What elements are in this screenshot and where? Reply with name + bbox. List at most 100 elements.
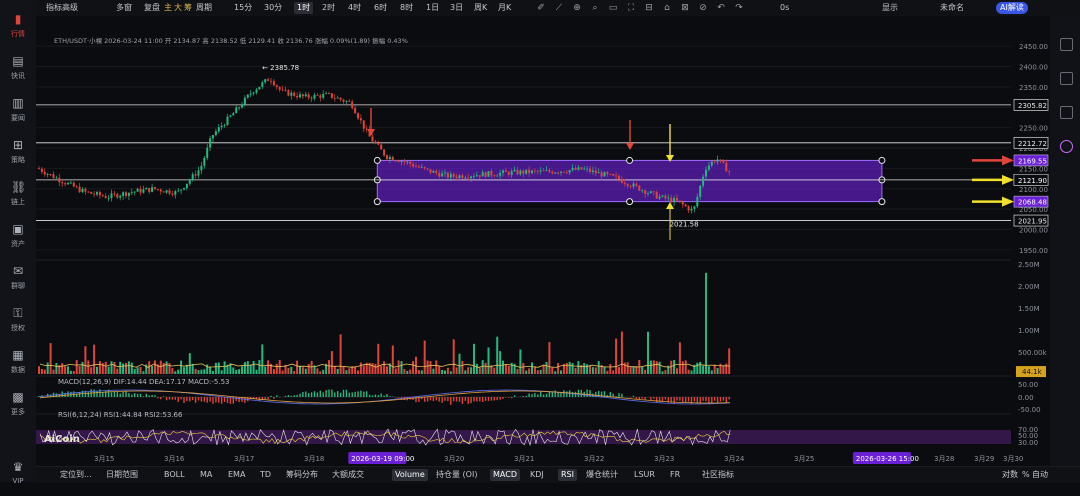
candle-body xyxy=(224,125,226,126)
bottom-toolbar-item[interactable]: 日期范围 xyxy=(106,469,138,481)
bottom-toolbar-item[interactable]: LSUR xyxy=(634,469,655,481)
toolbar-item[interactable]: 指标 xyxy=(46,2,62,14)
macd-histogram-bar xyxy=(633,396,634,397)
bottom-toolbar-item[interactable]: FR xyxy=(670,469,680,481)
toolbar-item[interactable]: 3日 xyxy=(450,2,463,14)
macd-histogram-bar xyxy=(160,397,161,399)
bottom-toolbar-item[interactable]: 持仓量 (OI) xyxy=(436,469,477,481)
draw-tool-icon[interactable]: ↶ xyxy=(716,2,726,14)
bottom-toolbar-item[interactable]: MACD xyxy=(490,469,520,481)
nav-item-vip[interactable]: ♛VIP xyxy=(0,460,36,496)
chat-icon: ✉ xyxy=(11,264,25,278)
ai-icon[interactable] xyxy=(1060,140,1073,153)
bottom-toolbar-item[interactable]: 筹码分布 xyxy=(286,469,318,481)
axis-label: 2021.58 xyxy=(670,220,699,228)
bottom-toolbar-item[interactable]: 爆仓统计 xyxy=(586,469,618,481)
toolbar-item[interactable]: 1时 xyxy=(294,2,313,14)
bottom-toolbar-item[interactable]: 社区指标 xyxy=(702,469,734,481)
zone-handle[interactable] xyxy=(627,199,633,205)
settings-icon[interactable] xyxy=(1060,38,1073,51)
draw-tool-icon[interactable]: ⊟ xyxy=(644,2,654,14)
zone-handle[interactable] xyxy=(627,157,633,163)
toolbar-right-item[interactable]: 显示 xyxy=(882,2,898,14)
indicator-mark[interactable]: 主 xyxy=(164,2,172,14)
bottom-toolbar-item[interactable]: 定位到... xyxy=(60,469,92,481)
toolbar-item[interactable]: 月K xyxy=(498,2,511,14)
toolbar-item[interactable]: 15分 xyxy=(234,2,252,14)
nav-item-chat[interactable]: ✉群聊 xyxy=(0,264,36,300)
bottom-toolbar-item[interactable]: KDJ xyxy=(530,469,544,481)
volume-bar xyxy=(682,361,684,374)
toolbar-item[interactable]: 周K xyxy=(474,2,487,14)
candle-body xyxy=(102,195,104,196)
draw-tool-icon[interactable]: ⊘ xyxy=(698,2,708,14)
nav-item-strategy[interactable]: ⊞策略 xyxy=(0,138,36,174)
draw-tool-icon[interactable]: ⛶ xyxy=(626,2,636,14)
nav-item-headline[interactable]: ▥要闻 xyxy=(0,96,36,132)
toolbar-item[interactable]: 1日 xyxy=(426,2,439,14)
layers-icon[interactable] xyxy=(1060,72,1073,85)
candle-body xyxy=(128,193,130,196)
nav-item-wallet[interactable]: ▣资产 xyxy=(0,222,36,258)
toolbar-item[interactable]: 周期 xyxy=(196,2,212,14)
draw-tool-icon[interactable]: ⊕ xyxy=(572,2,582,14)
candle-body xyxy=(435,171,437,173)
toolbar-item[interactable]: 8时 xyxy=(400,2,413,14)
indicator-mark[interactable]: 筹 xyxy=(184,2,192,14)
volume-bar xyxy=(511,363,513,374)
toolbar-item[interactable]: 高级 xyxy=(62,2,78,14)
toolbar-item[interactable]: 2时 xyxy=(322,2,335,14)
axis-label: 2.00M xyxy=(1018,283,1040,291)
macd-histogram-bar xyxy=(331,390,332,397)
macd-histogram-bar xyxy=(383,396,384,397)
zone-handle[interactable] xyxy=(374,157,380,163)
nav-item-news[interactable]: ▤快讯 xyxy=(0,54,36,90)
bottom-right-item[interactable]: 对数 xyxy=(1002,469,1018,481)
macd-histogram-bar xyxy=(146,394,147,397)
volume-bar xyxy=(171,368,173,374)
toolbar-item[interactable]: 30分 xyxy=(264,2,282,14)
candle-body xyxy=(64,183,66,184)
macd-histogram-bar xyxy=(511,397,512,398)
toolbar-right-item[interactable]: 0s xyxy=(780,2,789,14)
toolbar-right-item[interactable]: 未命名 xyxy=(940,2,964,14)
draw-tool-icon[interactable]: ⊠ xyxy=(680,2,690,14)
bottom-toolbar-item[interactable]: Volume xyxy=(392,469,428,481)
draw-tool-icon[interactable]: ⌕ xyxy=(590,2,600,14)
price-chart[interactable]: 2.50M2.00M1.50M1.00M500.00k44.1k 50.000.… xyxy=(36,16,1050,466)
toolbar-item[interactable]: 多窗 xyxy=(116,2,132,14)
zone-handle[interactable] xyxy=(374,199,380,205)
candle-body xyxy=(79,187,81,192)
nav-item-bar-chart[interactable]: ▮行情 xyxy=(0,12,36,48)
toolbar-item[interactable]: 4时 xyxy=(348,2,361,14)
toolbar-item[interactable]: 复盘 xyxy=(144,2,160,14)
bottom-toolbar-item[interactable]: MA xyxy=(200,469,212,481)
volume-bar xyxy=(606,371,608,374)
zone-handle[interactable] xyxy=(879,199,885,205)
toolbar-right-item[interactable]: AI解读 xyxy=(996,2,1028,14)
nav-item-key[interactable]: ⚿授权 xyxy=(0,306,36,342)
bottom-right-item[interactable]: % xyxy=(1022,469,1030,481)
candle-body xyxy=(198,170,200,175)
draw-tool-icon[interactable]: ⟋ xyxy=(554,2,564,14)
nav-item-data[interactable]: ▦数据 xyxy=(0,348,36,384)
bottom-toolbar-item[interactable]: TD xyxy=(260,469,271,481)
bottom-toolbar-item[interactable]: EMA xyxy=(228,469,245,481)
bottom-right-item[interactable]: 自动 xyxy=(1032,469,1048,481)
candle-body xyxy=(206,148,208,158)
candle-body xyxy=(441,173,443,176)
zone-handle[interactable] xyxy=(879,157,885,163)
draw-tool-icon[interactable]: ✐ xyxy=(536,2,546,14)
list-icon[interactable] xyxy=(1060,106,1073,119)
bottom-toolbar-item[interactable]: 大额成交 xyxy=(332,469,364,481)
draw-tool-icon[interactable]: ↷ xyxy=(734,2,744,14)
draw-tool-icon[interactable]: ▭ xyxy=(608,2,618,14)
toolbar-item[interactable]: 6时 xyxy=(374,2,387,14)
draw-tool-icon[interactable]: ⌂ xyxy=(662,2,672,14)
nav-item-grid[interactable]: ▩更多 xyxy=(0,390,36,426)
indicator-mark[interactable]: 大 xyxy=(174,2,182,14)
bottom-toolbar-item[interactable]: RSI xyxy=(558,469,577,481)
bottom-toolbar-item[interactable]: BOLL xyxy=(164,469,185,481)
candle-body xyxy=(215,131,217,135)
nav-item-chain[interactable]: ⛓链上 xyxy=(0,180,36,216)
